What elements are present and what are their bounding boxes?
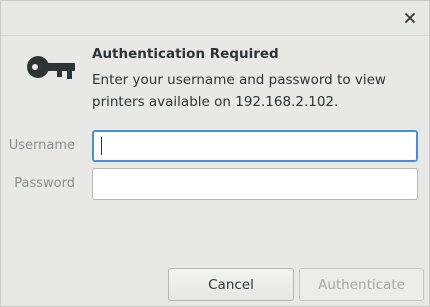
password-label: Password xyxy=(14,176,75,191)
cancel-button[interactable]: Cancel xyxy=(168,268,294,301)
username-field[interactable] xyxy=(92,130,418,162)
close-icon xyxy=(405,13,415,23)
dialog-message: Enter your username and password to view… xyxy=(92,72,386,110)
username-label: Username xyxy=(8,138,75,153)
text-caret xyxy=(101,137,102,155)
dialog-heading: Authentication Required xyxy=(92,46,279,62)
auth-dialog: Authentication Required Enter your usern… xyxy=(0,0,430,307)
password-field[interactable] xyxy=(92,168,418,200)
authenticate-button[interactable]: Authenticate xyxy=(299,268,424,301)
close-button[interactable] xyxy=(401,9,419,27)
titlebar xyxy=(1,1,429,36)
key-icon xyxy=(27,56,75,79)
